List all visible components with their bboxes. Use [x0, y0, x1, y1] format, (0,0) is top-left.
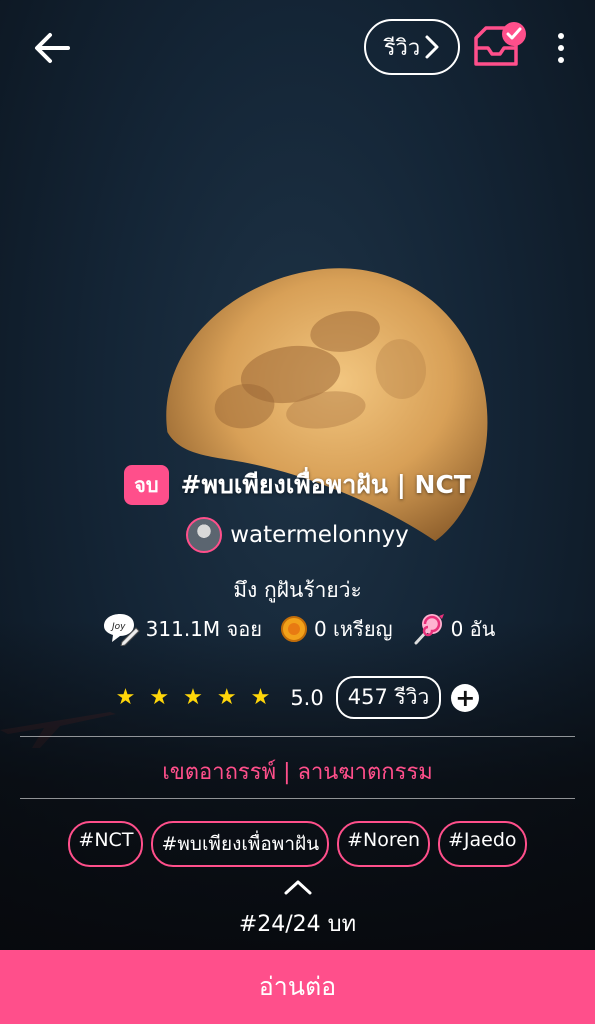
stats-row: Joy 311.1M จอย 0 เหรียญ 0 อัน: [0, 612, 595, 646]
tags-list: #NCT #พบเพียงเพื่อพาฝัน #Noren #Jaedo: [0, 821, 595, 867]
coins-count: 0 เหรียญ: [313, 617, 393, 641]
continue-reading-label: อ่านต่อ: [258, 972, 337, 1001]
status-badge: จบ: [124, 465, 169, 505]
star-icon: ★: [250, 685, 271, 710]
star-icon: ★: [183, 685, 203, 710]
category-label[interactable]: เขตอาถรรพ์ | ลานฆาตกรรม: [0, 754, 595, 789]
chevron-right-icon: [425, 35, 439, 59]
review-button[interactable]: รีวิว: [364, 19, 460, 75]
chevron-up-icon[interactable]: [283, 878, 313, 896]
add-to-library-icon[interactable]: [470, 20, 528, 72]
back-button[interactable]: [30, 26, 74, 70]
story-title: #พบเพียงเพื่อพาฝัน | NCT: [180, 470, 471, 499]
coin-icon: [280, 616, 307, 642]
joy-pen-icon: Joy: [103, 614, 140, 646]
rating-row: ★ ★ ★ ★ ★ 5.0 457 รีวิว +: [0, 676, 595, 719]
back-arrow-icon: [35, 33, 70, 63]
review-button-label: รีวิว: [383, 35, 421, 61]
lollipop-icon: [414, 614, 444, 645]
continue-reading-button[interactable]: อ่านต่อ: [0, 950, 595, 1024]
svg-text:Joy: Joy: [110, 622, 126, 632]
star-icon: ★: [149, 685, 170, 710]
tag-chip[interactable]: #Jaedo: [438, 821, 527, 867]
star-icon: ★: [216, 685, 237, 710]
author-name: watermelonnyy: [230, 522, 409, 548]
rating-score: 5.0: [290, 685, 324, 710]
episode-count: #24/24 บท: [238, 912, 357, 937]
candy-count: 0 อัน: [450, 617, 496, 641]
star-icon: ★: [115, 685, 136, 710]
views-stat: Joy 311.1M จอย: [100, 612, 262, 646]
author-link[interactable]: watermelonnyy: [0, 517, 595, 553]
tag-chip[interactable]: #Noren: [337, 821, 431, 867]
divider: [20, 798, 575, 799]
star-rating: ★ ★ ★ ★ ★: [116, 685, 271, 710]
title-row: จบ #พบเพียงเพื่อพาฝัน | NCT: [0, 465, 595, 505]
story-tagline: มึง กูฝันร้ายว่ะ: [233, 578, 362, 602]
more-options-icon[interactable]: [548, 26, 574, 70]
divider: [20, 736, 575, 737]
tag-chip[interactable]: #พบเพียงเพื่อพาฝัน: [151, 821, 330, 867]
coins-stat: 0 เหรียญ: [280, 613, 393, 645]
tag-chip[interactable]: #NCT: [68, 821, 144, 867]
avatar: [186, 517, 223, 553]
review-count-button[interactable]: 457 รีวิว: [335, 676, 442, 719]
add-review-icon[interactable]: +: [451, 683, 480, 712]
views-count: 311.1M จอย: [145, 617, 262, 641]
candy-stat: 0 อัน: [411, 612, 496, 646]
